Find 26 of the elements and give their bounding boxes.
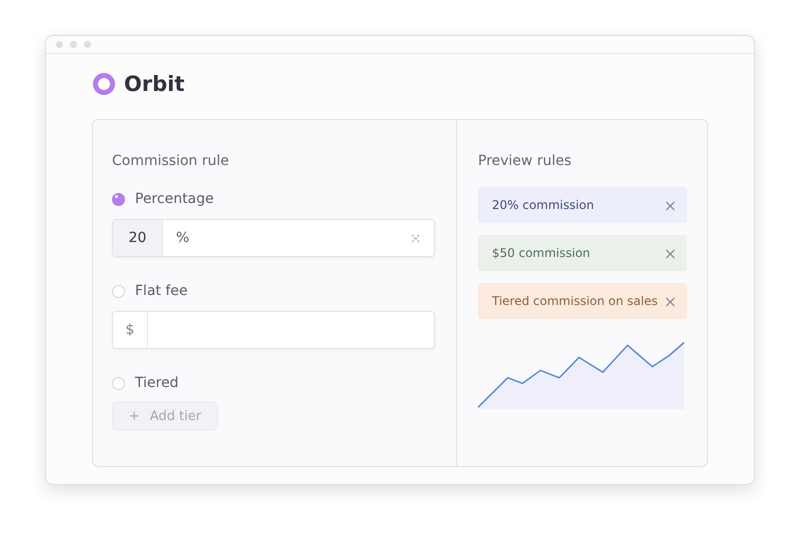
rule-text: 20% commission xyxy=(492,198,594,212)
close-button[interactable]: × xyxy=(664,292,677,310)
radio-button[interactable] xyxy=(112,192,125,206)
section-title: Commission rule xyxy=(112,153,230,169)
value-text: 20 xyxy=(113,220,163,256)
app-name: Orbit xyxy=(124,72,184,96)
rule-text: Tiered commission on sales xyxy=(492,294,658,308)
option-label: Flat fee xyxy=(135,283,188,299)
ring-logo-icon xyxy=(92,72,116,96)
option-label: Percentage xyxy=(135,191,214,207)
resize-handle-icon[interactable] xyxy=(411,234,420,242)
window-dot[interactable] xyxy=(84,41,91,48)
section-title: Preview rules xyxy=(478,153,572,169)
option-label: Tiered xyxy=(135,375,179,391)
amount-field[interactable]: $ xyxy=(112,311,435,349)
close-button[interactable]: × xyxy=(664,244,677,262)
percentage-field[interactable]: 20 % xyxy=(112,219,435,257)
rule-text: $50 commission xyxy=(492,246,590,260)
radio-button[interactable] xyxy=(112,376,125,390)
unit-text: % xyxy=(175,230,190,246)
window-dot[interactable] xyxy=(56,41,63,48)
currency-text: $ xyxy=(113,312,148,348)
close-button[interactable]: × xyxy=(664,196,677,214)
window-dot[interactable] xyxy=(70,41,77,48)
add-tier-button[interactable]: + Add tier xyxy=(112,401,218,431)
radio-button[interactable] xyxy=(112,284,125,298)
